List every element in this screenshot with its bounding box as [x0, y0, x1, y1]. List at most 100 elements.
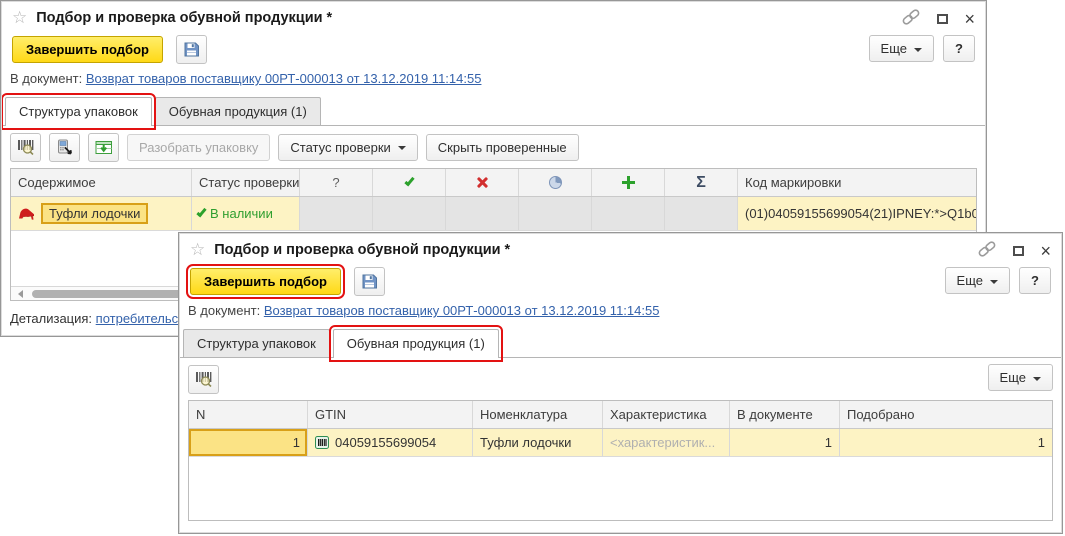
favorite-star-icon[interactable]: ☆	[12, 10, 27, 26]
column-header-n[interactable]: N	[189, 401, 308, 428]
command-bar-back: Завершить подбор Еще ?	[2, 29, 985, 69]
close-icon[interactable]: ×	[1040, 245, 1051, 257]
clock-icon	[549, 176, 562, 189]
scan-barcode-button[interactable]	[10, 133, 41, 162]
selected-count-cell[interactable]: 1	[840, 429, 1052, 456]
in-document-cell[interactable]: 1	[730, 429, 840, 456]
check-icon	[196, 207, 206, 218]
chevron-down-icon	[1033, 377, 1041, 381]
window-pick-check-front: ☆ Подбор и проверка обувной продукции * …	[178, 232, 1063, 534]
data-terminal-button[interactable]	[49, 133, 80, 162]
tab-shoe-products[interactable]: Обувная продукция (1)	[333, 329, 499, 358]
scroll-left-icon[interactable]	[18, 290, 23, 298]
document-link[interactable]: Возврат товаров поставщику 00РТ-000013 о…	[264, 303, 660, 318]
column-header-question-icon[interactable]: ?	[300, 169, 373, 196]
shoe-products-panel: Еще N GTIN Номенклатура Характеристика В…	[180, 358, 1061, 521]
chevron-down-icon	[398, 146, 406, 150]
column-header-content[interactable]: Содержимое	[11, 169, 192, 196]
plus-icon	[622, 176, 635, 189]
disassemble-package-button[interactable]: Разобрать упаковку	[127, 134, 270, 161]
check-status-filter-button[interactable]: Статус проверки	[278, 134, 417, 161]
column-header-sigma-icon[interactable]: Σ	[665, 169, 738, 196]
favorite-star-icon[interactable]: ☆	[190, 242, 205, 258]
command-bar-front: Завершить подбор Еще ?	[180, 261, 1061, 301]
document-row-back: В документ: Возврат товаров поставщику 0…	[2, 69, 985, 93]
status-cell[interactable]: В наличии	[192, 197, 300, 230]
characteristic-cell[interactable]: <характеристик...	[603, 429, 730, 456]
tab-shoe-products[interactable]: Обувная продукция (1)	[155, 97, 321, 125]
document-row-front: В документ: Возврат товаров поставщику 0…	[180, 301, 1061, 325]
document-link[interactable]: Возврат товаров поставщику 00РТ-000013 о…	[86, 71, 482, 86]
status-text: В наличии	[210, 206, 273, 221]
get-link-icon[interactable]	[901, 9, 921, 28]
finish-selection-button[interactable]: Завершить подбор	[190, 268, 341, 295]
document-label: В документ:	[188, 303, 260, 318]
column-header-nomenclature[interactable]: Номенклатура	[473, 401, 603, 428]
tab-packing-structure[interactable]: Структура упаковок	[5, 97, 152, 126]
maximize-icon[interactable]	[937, 14, 948, 24]
window-title: Подбор и проверка обувной продукции *	[36, 10, 332, 26]
titlebar-back: ☆ Подбор и проверка обувной продукции * …	[2, 2, 985, 29]
close-icon[interactable]: ×	[964, 13, 975, 25]
sigma-count-cell[interactable]	[665, 197, 738, 230]
column-header-marking-code[interactable]: Код маркировки	[738, 169, 976, 196]
floppy-icon	[183, 41, 200, 58]
column-header-clock-icon[interactable]	[519, 169, 592, 196]
table-row[interactable]: Туфли лодочки В наличии (01)040591556990…	[11, 197, 976, 231]
more-button[interactable]: Еще	[945, 267, 1010, 294]
column-header-check-icon[interactable]	[373, 169, 446, 196]
column-header-characteristic[interactable]: Характеристика	[603, 401, 730, 428]
check-icon	[404, 176, 414, 187]
content-cell[interactable]: Туфли лодочки	[11, 197, 192, 230]
packing-table-header: Содержимое Статус проверки ? Σ Код марки…	[11, 169, 976, 197]
red-shoe-icon	[18, 207, 35, 220]
titlebar-front: ☆ Подбор и проверка обувной продукции * …	[180, 234, 1061, 261]
selected-content-value[interactable]: Туфли лодочки	[41, 203, 148, 224]
more-button[interactable]: Еще	[869, 35, 934, 62]
cross-icon	[476, 176, 489, 189]
help-button[interactable]: ?	[943, 35, 975, 62]
column-header-plus-icon[interactable]	[592, 169, 665, 196]
row-number-cell[interactable]: 1	[189, 429, 308, 456]
shoe-table-header: N GTIN Номенклатура Характеристика В док…	[189, 401, 1052, 429]
column-header-gtin[interactable]: GTIN	[308, 401, 473, 428]
more-button-table[interactable]: Еще	[988, 364, 1053, 391]
gtin-cell[interactable]: 04059155699054	[308, 429, 473, 456]
window-title: Подбор и проверка обувной продукции *	[214, 242, 510, 258]
load-table-button[interactable]	[88, 133, 119, 162]
help-button[interactable]: ?	[1019, 267, 1051, 294]
get-link-icon[interactable]	[977, 241, 997, 260]
table-empty-area	[189, 457, 1052, 520]
tab-packing-structure[interactable]: Структура упаковок	[183, 329, 330, 357]
plus-count-cell[interactable]	[592, 197, 665, 230]
chevron-down-icon	[914, 48, 922, 52]
table-row[interactable]: 1 04059155699054 Туфли лодочки <характер…	[189, 429, 1052, 457]
data-terminal-icon	[56, 139, 73, 155]
finish-selection-button[interactable]: Завершить подбор	[12, 36, 163, 63]
nomenclature-cell[interactable]: Туфли лодочки	[473, 429, 603, 456]
details-link[interactable]: потребительск	[96, 311, 184, 326]
column-header-selected[interactable]: Подобрано	[840, 401, 1052, 428]
details-label: Детализация:	[10, 311, 92, 326]
cross-count-cell[interactable]	[446, 197, 519, 230]
column-header-check-status[interactable]: Статус проверки	[192, 169, 300, 196]
scan-barcode-button[interactable]	[188, 365, 219, 394]
barcode-search-icon	[195, 371, 213, 387]
check-count-cell[interactable]	[373, 197, 446, 230]
marking-code-cell[interactable]: (01)04059155699054(21)IPNEY:*>Q1b0"	[738, 197, 976, 230]
toolbar-back: Разобрать упаковку Статус проверки Скрыт…	[8, 132, 979, 168]
shoe-products-table: N GTIN Номенклатура Характеристика В док…	[188, 400, 1053, 521]
hide-checked-button[interactable]: Скрыть проверенные	[426, 134, 579, 161]
save-button[interactable]	[354, 267, 385, 296]
chevron-down-icon	[990, 280, 998, 284]
column-header-cross-icon[interactable]	[446, 169, 519, 196]
column-header-in-document[interactable]: В документе	[730, 401, 840, 428]
document-label: В документ:	[10, 71, 82, 86]
question-count-cell[interactable]	[300, 197, 373, 230]
tabstrip-back: Структура упаковок Обувная продукция (1)	[2, 97, 985, 126]
gtin-value: 04059155699054	[335, 435, 436, 450]
save-button[interactable]	[176, 35, 207, 64]
floppy-icon	[361, 273, 378, 290]
clock-count-cell[interactable]	[519, 197, 592, 230]
maximize-icon[interactable]	[1013, 246, 1024, 256]
